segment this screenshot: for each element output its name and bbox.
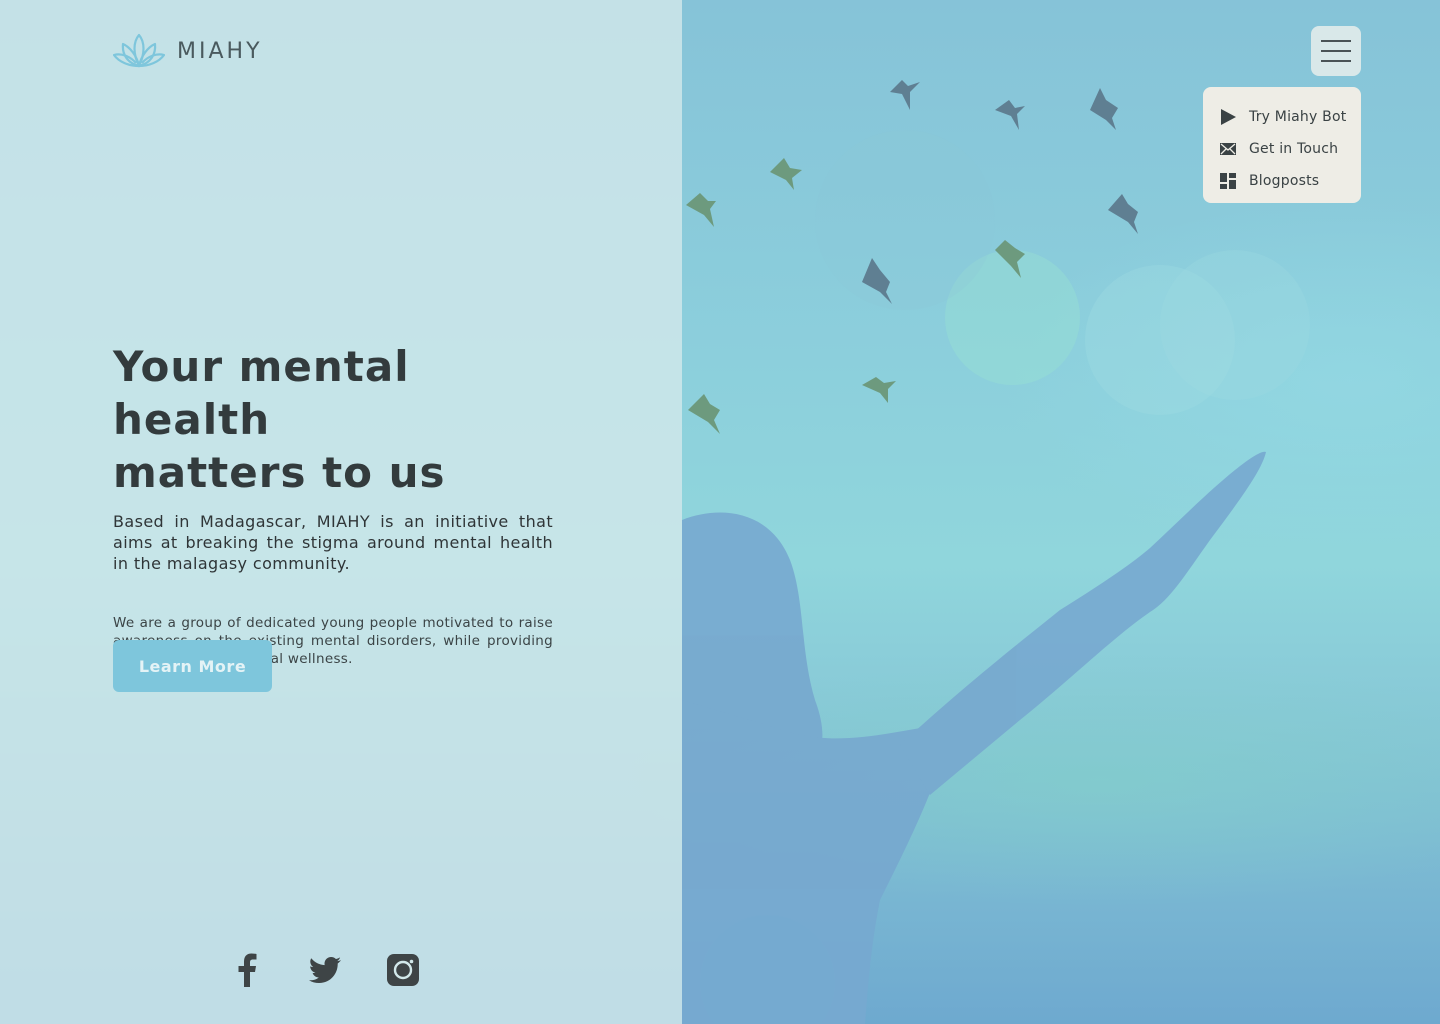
facebook-icon <box>238 953 257 987</box>
hamburger-menu-icon-bar <box>1321 60 1351 62</box>
envelope-icon <box>1220 141 1236 157</box>
navigation-dropdown: Try Miahy Bot Get in Touch Blogposts <box>1203 87 1361 203</box>
menu-item-blogposts[interactable]: Blogposts <box>1220 165 1361 197</box>
instagram-link[interactable] <box>385 952 421 988</box>
dashboard-icon <box>1220 173 1236 189</box>
hero-subtitle: Based in Madagascar, MIAHY is an initiat… <box>113 512 553 573</box>
menu-item-label: Get in Touch <box>1249 141 1339 157</box>
brand-name: MIAHY <box>177 38 263 64</box>
hero-title-line2: matters to us <box>113 448 446 497</box>
hero-title-line1: Your mental health <box>113 342 410 444</box>
hero-section: Your mental health matters to us Based i… <box>113 340 553 668</box>
hamburger-menu-icon-bar <box>1321 50 1351 52</box>
twitter-link[interactable] <box>307 952 343 988</box>
instagram-icon <box>387 954 419 986</box>
facebook-link[interactable] <box>229 952 265 988</box>
menu-item-label: Try Miahy Bot <box>1249 109 1347 125</box>
twitter-icon <box>309 957 341 983</box>
hamburger-menu-button[interactable] <box>1311 26 1361 76</box>
menu-item-get-in-touch[interactable]: Get in Touch <box>1220 133 1361 165</box>
hamburger-menu-icon-bar <box>1321 40 1351 42</box>
lotus-icon <box>113 33 165 68</box>
brand-logo[interactable]: MIAHY <box>113 32 263 70</box>
play-icon <box>1220 109 1236 125</box>
learn-more-button[interactable]: Learn More <box>113 640 272 692</box>
menu-item-try-miahy-bot[interactable]: Try Miahy Bot <box>1220 101 1361 133</box>
menu-item-label: Blogposts <box>1249 173 1320 189</box>
hero-title: Your mental health matters to us <box>113 340 553 499</box>
